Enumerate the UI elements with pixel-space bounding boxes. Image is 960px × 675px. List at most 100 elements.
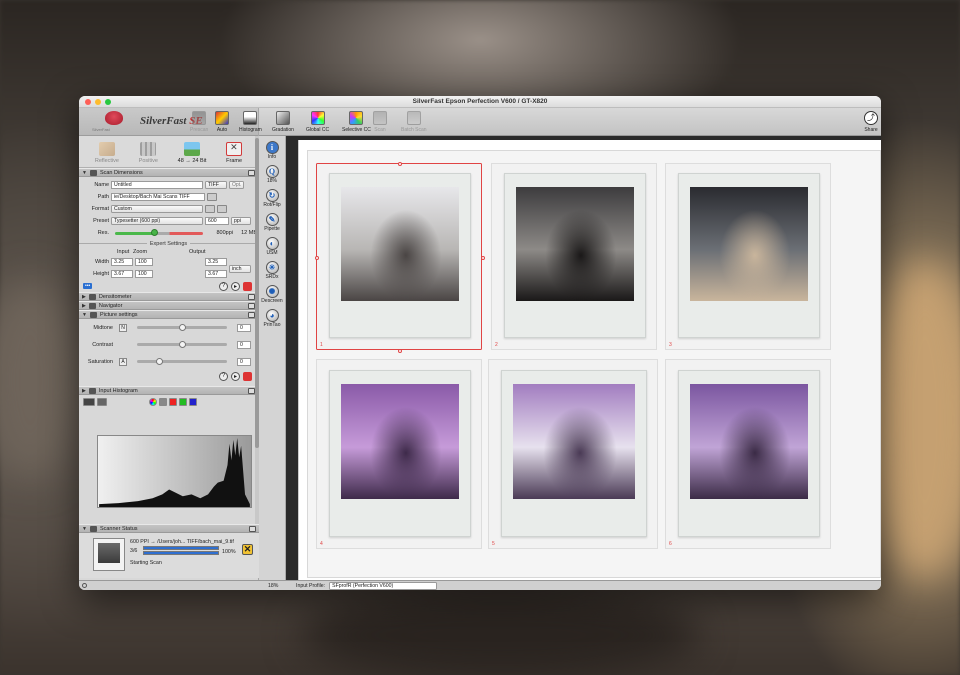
tool-info[interactable]: i Info: [259, 141, 285, 160]
tool-pipette[interactable]: ✎ Pipette: [259, 213, 285, 232]
frame-2[interactable]: 2: [491, 163, 657, 350]
expand-panel-icon[interactable]: [248, 303, 255, 309]
mode-bit-depth[interactable]: 48 → 24 Bit: [178, 142, 206, 164]
picture-setting-value[interactable]: 0: [237, 323, 251, 332]
share-button[interactable]: ⤴ Share: [864, 111, 878, 133]
scan-dimensions-header[interactable]: ▼ Scan Dimensions: [79, 168, 258, 177]
mode-positive[interactable]: Positive: [139, 142, 158, 164]
folder-icon[interactable]: [207, 193, 217, 201]
frame-3[interactable]: 3: [665, 163, 831, 350]
width-output-field[interactable]: 3.25: [205, 258, 227, 266]
picture-setting-slider[interactable]: [137, 340, 227, 348]
play-video-icon[interactable]: ▸: [231, 371, 240, 381]
help-icon[interactable]: ?: [219, 371, 228, 381]
tool-printao[interactable]: ◕ PrinTao: [259, 309, 285, 328]
name-field[interactable]: Untitled: [111, 181, 203, 189]
preset-select[interactable]: Typesetter (600 ppi): [111, 217, 203, 225]
expert-settings-divider[interactable]: Expert Settings: [79, 239, 258, 248]
toolbar-global-cc-button[interactable]: Global CC: [306, 111, 329, 133]
height-output-field[interactable]: 3.67: [205, 270, 227, 278]
collapse-triangle-icon[interactable]: ▼: [82, 526, 87, 532]
channel-grey-button[interactable]: [159, 397, 167, 406]
file-format-select[interactable]: TIFF: [205, 181, 227, 189]
more-options-button[interactable]: •••: [83, 283, 93, 289]
play-video-icon[interactable]: ▸: [231, 281, 240, 291]
zoom-window-button[interactable]: [105, 99, 111, 105]
histogram-tool-icon[interactable]: [97, 397, 107, 406]
ppi-unit-select[interactable]: ppi: [231, 217, 251, 225]
toolbar-gradation-button[interactable]: Gradation: [272, 111, 294, 133]
picture-setting-slider[interactable]: [137, 323, 227, 331]
channel-red-button[interactable]: [169, 397, 177, 406]
toolbar-histogram-button[interactable]: Histogram: [239, 111, 262, 133]
tool-srdx[interactable]: ✳ SRDx: [259, 261, 285, 280]
histogram-mode-icon[interactable]: [83, 397, 95, 406]
toolbar-selective-cc-button[interactable]: Selective CC: [342, 111, 371, 133]
collapse-triangle-icon[interactable]: ▼: [82, 312, 87, 318]
frame-1[interactable]: 1: [315, 162, 485, 353]
height-zoom-field[interactable]: 100: [135, 270, 153, 278]
expand-triangle-icon[interactable]: ▶: [82, 294, 86, 300]
tool-usm[interactable]: ◐ USM: [259, 237, 285, 256]
frame-4[interactable]: 4: [316, 359, 482, 549]
landscape-orientation-icon[interactable]: [217, 205, 227, 213]
frame-5[interactable]: 5: [488, 359, 658, 549]
minimize-window-button[interactable]: [95, 99, 101, 105]
slider-knob[interactable]: [178, 323, 186, 331]
input-histogram-header[interactable]: ▶ Input Histogram: [79, 386, 258, 395]
slider-knob[interactable]: [156, 357, 163, 365]
toolbar-batch-scan-button[interactable]: Batch Scan: [401, 111, 427, 133]
picture-setting-value[interactable]: 0: [237, 357, 251, 366]
frame-resize-handle[interactable]: [398, 162, 402, 166]
collapse-triangle-icon[interactable]: ▼: [82, 170, 87, 176]
cancel-scan-icon[interactable]: ✕: [242, 544, 253, 555]
auto-badge[interactable]: A: [119, 357, 127, 366]
picture-setting-slider[interactable]: [137, 357, 227, 365]
expand-panel-icon[interactable]: [249, 526, 256, 532]
tool-descreen[interactable]: ✺ Descreen: [259, 285, 285, 304]
resolution-slider-knob[interactable]: [151, 229, 159, 236]
resolution-slider[interactable]: [115, 229, 203, 236]
status-indicator-icon[interactable]: [82, 583, 87, 588]
expand-panel-icon[interactable]: [248, 294, 255, 300]
input-profile-select[interactable]: SFprofR (Perfection V600): [329, 581, 438, 590]
help-icon[interactable]: ?: [219, 281, 228, 291]
frame-6[interactable]: 6: [665, 359, 831, 549]
close-window-button[interactable]: [85, 99, 91, 105]
toolbar-auto-button[interactable]: Auto: [215, 111, 229, 133]
picture-settings-header[interactable]: ▼ Picture settings: [79, 310, 258, 319]
slider-knob[interactable]: [178, 340, 186, 348]
collapse-triangle-icon[interactable]: ▶: [82, 388, 86, 394]
channel-blue-button[interactable]: [189, 397, 197, 406]
expand-panel-icon[interactable]: [248, 170, 255, 176]
expand-panel-icon[interactable]: [248, 312, 255, 318]
portrait-orientation-icon[interactable]: [205, 205, 215, 213]
auto-badge[interactable]: N: [119, 323, 127, 332]
scanner-status-header[interactable]: ▼ Scanner Status: [79, 524, 259, 533]
color-wheel-icon[interactable]: [149, 397, 157, 406]
unit-select[interactable]: inch: [229, 265, 251, 273]
path-field[interactable]: ie/Desktop/Bach Mai Scans TIFF: [111, 193, 205, 201]
width-input-field[interactable]: 3.25: [111, 258, 133, 266]
options-button[interactable]: Opt.: [229, 181, 245, 189]
height-input-field[interactable]: 3.67: [111, 270, 133, 278]
format-select[interactable]: Custom: [111, 205, 203, 213]
reset-icon[interactable]: [243, 281, 252, 291]
tool-rotate-flip[interactable]: ↻ Rot/Flip: [259, 189, 285, 208]
expand-panel-icon[interactable]: [248, 388, 255, 394]
mode-frame[interactable]: Frame: [226, 142, 243, 164]
channel-green-button[interactable]: [179, 397, 187, 406]
mode-reflective[interactable]: Reflective: [95, 142, 119, 164]
densitometer-header[interactable]: ▶ Densitometer: [79, 292, 258, 301]
ppi-field[interactable]: 600: [205, 217, 229, 225]
frame-resize-handle[interactable]: [398, 349, 402, 353]
navigator-header[interactable]: ▶ Navigator: [79, 301, 258, 310]
reset-icon[interactable]: [243, 371, 252, 381]
expand-triangle-icon[interactable]: ▶: [82, 303, 86, 309]
toolbar-scan-button[interactable]: Scan: [373, 111, 387, 133]
picture-setting-value[interactable]: 0: [237, 340, 251, 349]
toolbar-prescan-button[interactable]: Prescan: [190, 111, 208, 133]
frame-resize-handle[interactable]: [315, 255, 319, 260]
tool-zoom[interactable]: Q 18%: [259, 165, 285, 184]
frame-resize-handle[interactable]: [481, 255, 485, 260]
